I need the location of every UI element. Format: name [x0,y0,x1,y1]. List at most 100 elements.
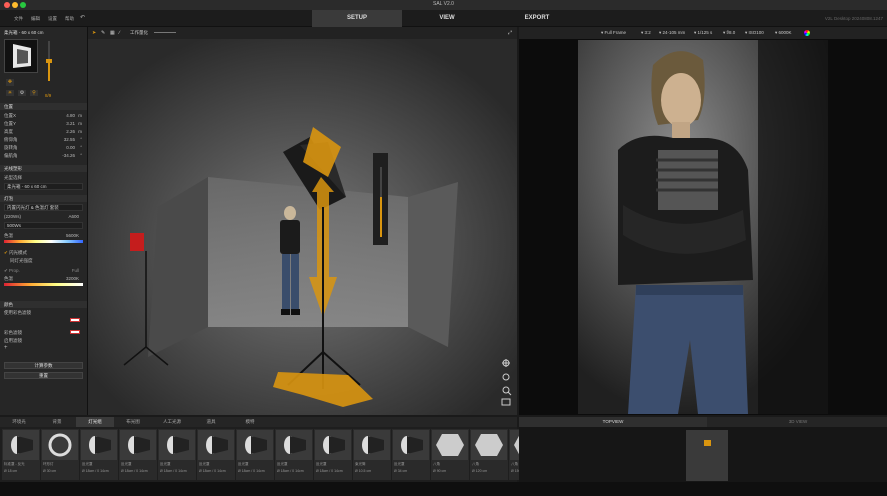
library-item-preview [315,430,351,460]
lib-tab-props[interactable]: 道具 [192,417,230,427]
lib-tab-lights[interactable]: 灯光组 [76,417,114,427]
measure-tool-icon[interactable]: ∕ [119,30,120,36]
transform-header[interactable]: 位置 [0,103,87,110]
field-label: 旋转角 [4,145,18,150]
library-item-preview [120,430,156,460]
color-header[interactable]: 颜色 [0,301,87,308]
library-item[interactable]: 环形灯 Ø 30 cm [41,429,79,480]
intensity-slider[interactable] [46,41,52,81]
modifier-select[interactable]: 柔光箱 - 60 x 60 cm [4,183,83,190]
add-icon[interactable]: + [4,345,8,351]
library-item-preview [432,430,468,460]
power-label: (220Ws) [4,214,22,219]
library-item[interactable]: 反光罩 Ø 34 cm [392,429,430,480]
lib-tab-background[interactable]: 背景 [38,417,76,427]
tab-3dview[interactable]: 3D VIEW [709,417,887,427]
ct-slider[interactable] [4,240,83,243]
ct2-slider[interactable] [4,283,83,286]
library-item-size: Ø 18cm / 0 14cm [238,469,265,473]
wb-select[interactable]: ▾ 6000K [775,30,792,36]
field-value[interactable]: -34.26 [62,153,75,158]
library-tabs: 环境光 背景 灯光组 布光图 人工光源 道具 模特 [0,417,517,427]
grid-tool-icon[interactable]: ▦ [110,30,115,36]
setup-viewport[interactable] [88,27,517,415]
pen-tool-icon[interactable]: ✎ [101,30,105,36]
gel-swatch[interactable] [70,330,80,334]
library-item[interactable]: 反光罩 Ø 18cm / 0 14cm [119,429,157,480]
ratio-select[interactable]: ▾ 3:2 [641,30,651,36]
gel-sub: 启用滤镜 [4,338,22,343]
field-value[interactable]: 2.26 [66,129,75,134]
iso-select[interactable]: ▾ ISO100 [745,30,764,36]
tab-setup[interactable]: SETUP [312,10,402,27]
library-item[interactable]: 反光罩 Ø 18cm / 0 14cm [197,429,235,480]
light-type-select[interactable]: 内置闪光灯 & 色温灯 套装 [4,204,83,211]
tab-view[interactable]: VIEW [402,10,492,27]
library-item-size: Ø 120 cm [472,469,488,473]
reset-button[interactable]: 重置 [4,372,83,379]
library-item-preview [354,430,390,460]
tools-icon[interactable]: ⚙ [18,90,26,96]
field-value[interactable]: 32.55 [64,137,75,142]
library-item[interactable]: 反光罩 Ø 18cm / 0 14cm [158,429,196,480]
library-item-size: Ø 10.5 cm [355,469,372,473]
select-tool-icon[interactable]: ➤ [92,30,96,36]
calculate-button[interactable]: 计算参数 [4,362,83,369]
studio-scene [88,27,517,415]
expand-icon[interactable]: ⤢ [508,30,512,36]
library-item[interactable]: 标准罩 - 反光 Ø 18 cm [2,429,40,480]
mode-select[interactable]: 500Ws [4,222,83,229]
menu-file[interactable]: 文件 [14,16,23,22]
prop-label: ✔ Prop. [4,268,20,273]
modifier-header[interactable]: 光线塑形 [0,165,87,172]
color-swatch[interactable] [70,318,80,322]
app-title: SAL V2.0 [433,1,454,7]
shutter-select[interactable]: ▾ 1/125 s [694,30,712,36]
modifier-label: 光型选择 [4,175,22,180]
lib-tab-ambient[interactable]: 环境光 [0,417,38,427]
model-figure[interactable] [280,206,300,315]
topview-thumbnail [686,430,728,481]
tab-export[interactable]: EXPORT [492,10,582,27]
color-wheel-icon[interactable] [804,30,810,36]
lib-tab-artificial[interactable]: 人工光源 [152,417,192,427]
field-value[interactable]: 4.80 [66,113,75,118]
menu-edit[interactable]: 编辑 [31,16,40,22]
field-label: 位置Y [4,121,17,126]
library-item[interactable]: 束光筒 Ø 10.5 cm [353,429,391,480]
viewport-toolbar: ➤ ✎ ▦ ∕ 工作量化 ⤢ [88,27,517,39]
lib-tab-diagram[interactable]: 布光图 [114,417,152,427]
library-item[interactable]: 反光罩 Ø 18cm / 0 14cm [314,429,352,480]
light-icon[interactable]: ☀ [6,90,14,96]
lens-select[interactable]: ▾ 24-105 mm [659,30,685,36]
library-item[interactable]: 反光罩 Ø 18cm / 0 14cm [275,429,313,480]
library-item-name: 标准罩 - 反光 [4,462,25,466]
aperture-select[interactable]: ▾ f/8.0 [723,30,735,36]
person-icon[interactable]: ⚲ [30,90,38,96]
undo-icon[interactable]: ↶ [80,14,85,21]
library-item-preview [159,430,195,460]
library-item[interactable]: 反光罩 Ø 18cm / 0 14cm [236,429,274,480]
library-item-preview [81,430,117,460]
menu-help[interactable]: 帮助 [65,16,74,22]
frame-select[interactable]: ▾ Full Frame [601,30,626,36]
field-value[interactable]: 0.00 [66,145,75,150]
rotate-icon[interactable]: ✥ [6,79,14,86]
model-render [578,40,828,414]
camera-frame [578,40,828,414]
camera-settings-bar: ▾ Full Frame ▾ 3:2 ▾ 24-105 mm ▾ 1/125 s… [519,27,887,39]
toolbar-slider[interactable] [154,32,176,33]
library-item-size: Ø 18 cm [4,469,18,473]
library-item[interactable]: 反光罩 Ø 18cm / 0 14cm [80,429,118,480]
field-value[interactable]: 3.21 [66,121,75,126]
library-item[interactable]: 八角 Ø 120 cm [470,429,508,480]
topview-panel[interactable] [519,427,887,482]
lib-tab-models[interactable]: 模特 [230,417,270,427]
library-strip: 标准罩 - 反光 Ø 18 cm 环形灯 Ø 30 cm 反光罩 Ø 18cm / 0 1… [0,427,547,482]
library-item-preview [3,430,39,460]
tab-topview[interactable]: TOPVIEW [519,417,707,427]
light-header[interactable]: 灯泡 [0,195,87,202]
library-item[interactable]: 八角 Ø 90 cm [431,429,469,480]
library-item-name: 八角 [472,462,479,466]
menu-settings[interactable]: 设置 [48,16,57,22]
